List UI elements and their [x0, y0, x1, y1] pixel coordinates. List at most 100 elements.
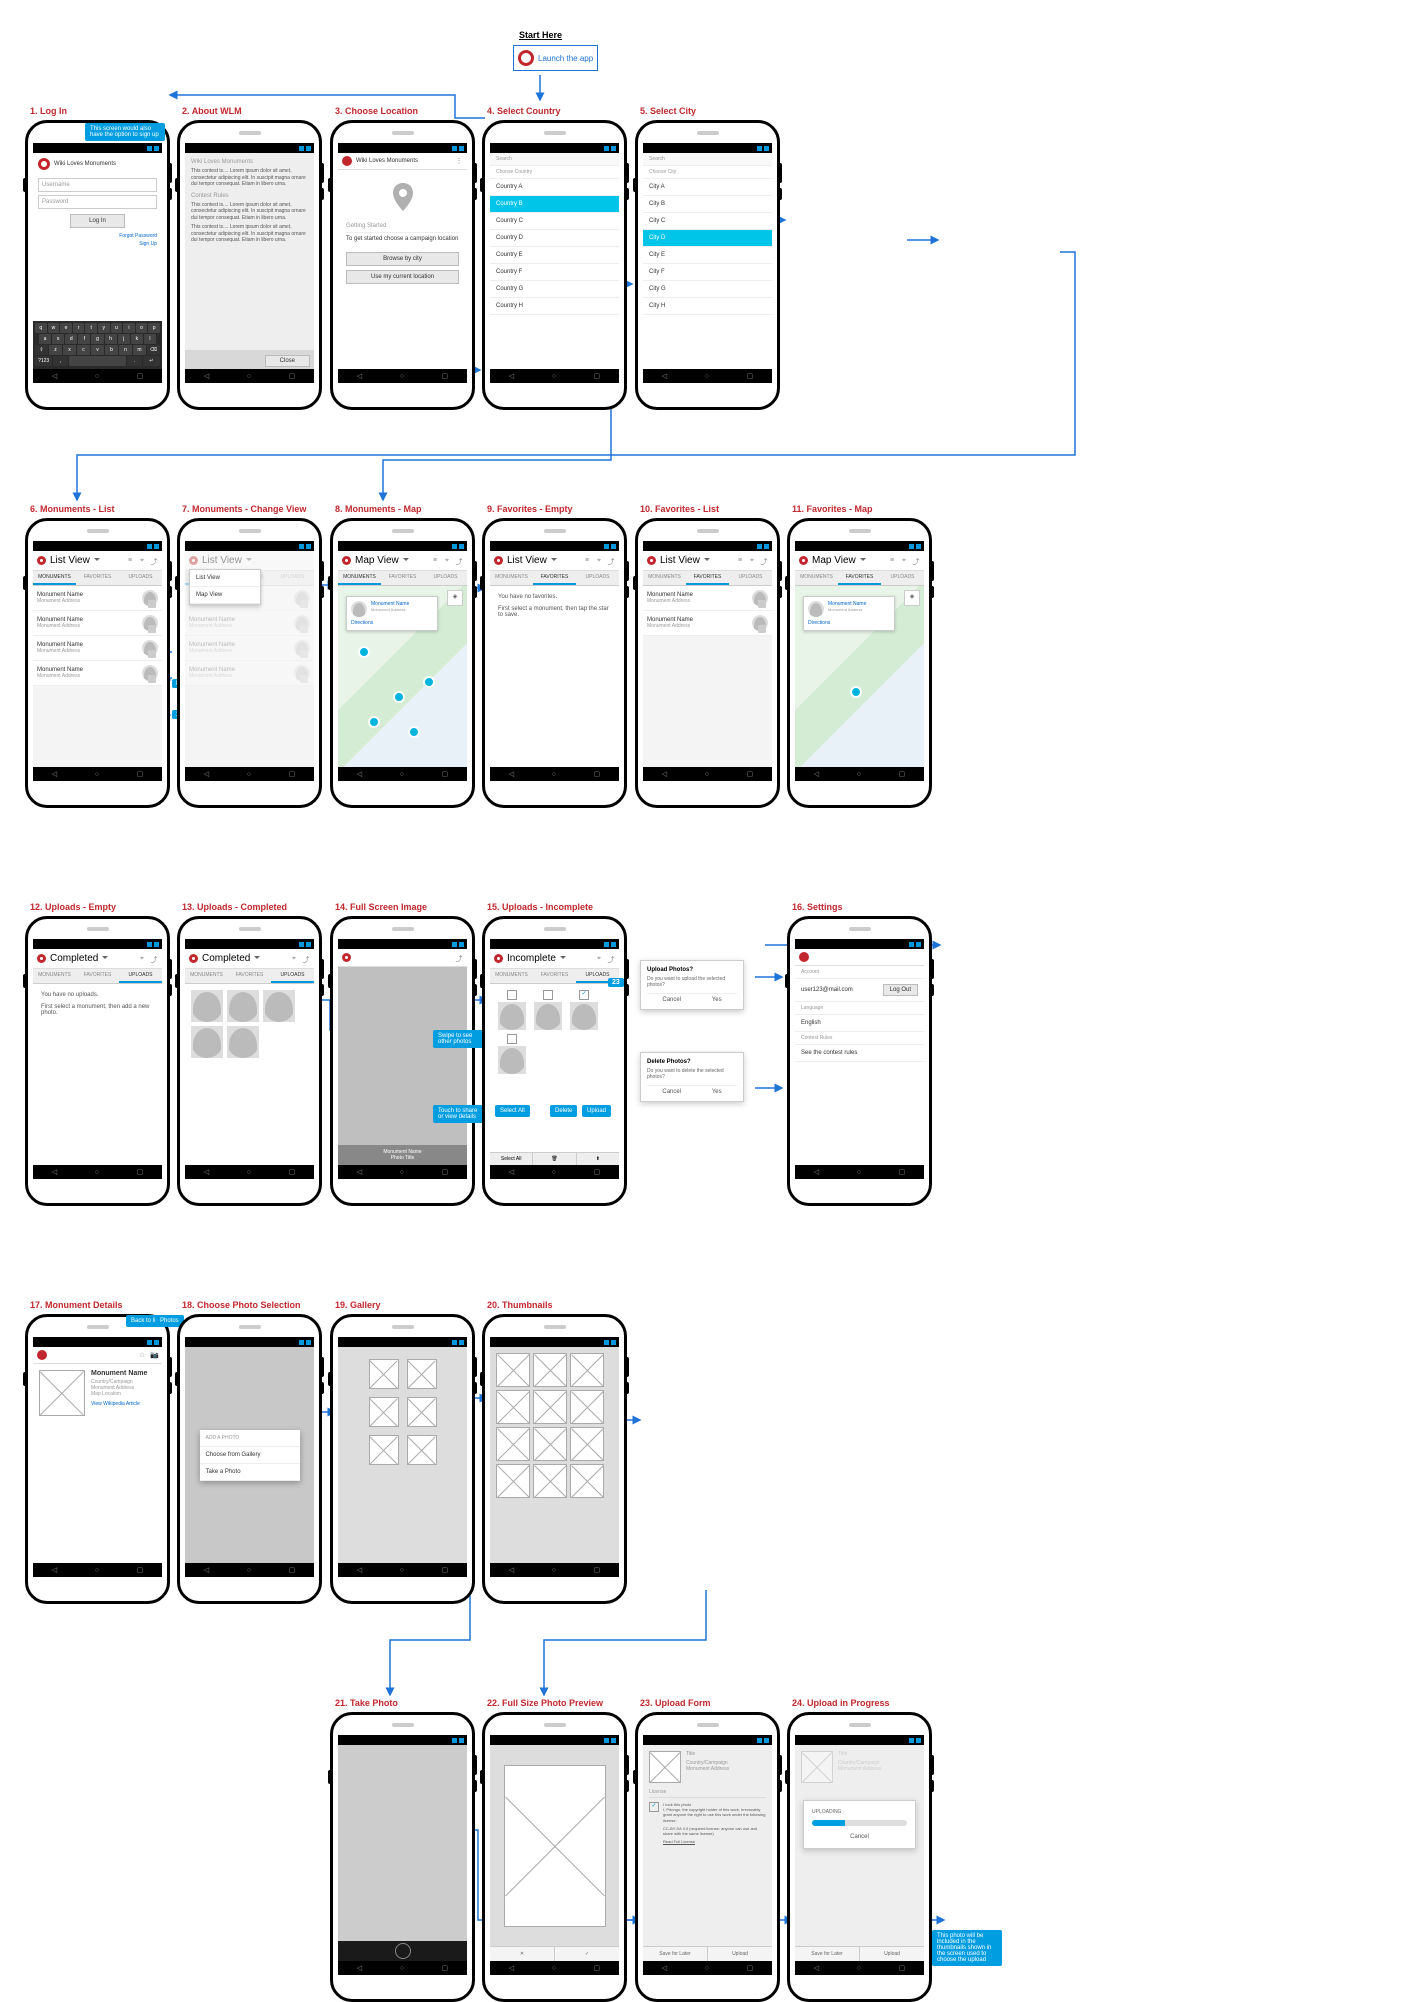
list-item[interactable]: City F [643, 264, 772, 281]
browse-city-button[interactable]: Browse by city [346, 252, 459, 266]
password-input[interactable]: Password [38, 195, 157, 209]
list-item[interactable]: Country F [490, 264, 619, 281]
nav-bar[interactable]: ◁○▢ [33, 369, 162, 383]
gallery-album[interactable] [407, 1359, 437, 1389]
thumbnail[interactable] [496, 1427, 530, 1461]
cancel-button[interactable]: Cancel [662, 997, 681, 1003]
thumbnail[interactable] [496, 1390, 530, 1424]
save-button[interactable]: Save for Later [643, 1946, 708, 1961]
list-item[interactable]: City H [643, 298, 772, 315]
list-item[interactable]: Country G [490, 281, 619, 298]
logout-button[interactable]: Log Out [883, 984, 918, 996]
list-item-selected[interactable]: City D [643, 230, 772, 247]
upload-thumb[interactable] [227, 1026, 259, 1058]
rules-row[interactable]: See the contest rules [795, 1045, 924, 1062]
username-input[interactable]: Username [38, 178, 157, 192]
cancel-button[interactable]: Cancel [662, 1089, 681, 1095]
wikipedia-link[interactable]: View Wikipedia Article [91, 1401, 156, 1407]
menu-item-map[interactable]: Map View [190, 587, 260, 604]
monument-row[interactable]: Monument NameMonument Address [643, 586, 772, 611]
thumbnail[interactable] [570, 1427, 604, 1461]
thumbnail[interactable] [533, 1353, 567, 1387]
map[interactable]: Monument NameMonument Address Directions… [338, 586, 467, 767]
upload-thumb[interactable] [227, 990, 259, 1022]
monument-row[interactable]: Monument NameMonument Address [643, 611, 772, 636]
login-button[interactable]: Log In [70, 214, 125, 228]
thumbnail[interactable] [533, 1427, 567, 1461]
gallery-album[interactable] [369, 1359, 399, 1389]
list-item[interactable]: Country A [490, 179, 619, 196]
share-icon[interactable]: ⤴ [455, 954, 463, 962]
search-input[interactable]: Search [643, 153, 772, 166]
thumbnail[interactable] [533, 1464, 567, 1498]
tabs[interactable]: MONUMENTSFAVORITESUPLOADS [33, 571, 162, 586]
signup-link[interactable]: Sign Up [139, 241, 157, 247]
upload-dialog[interactable]: Upload Photos?Do you want to upload the … [640, 960, 744, 1010]
gallery-album[interactable] [407, 1397, 437, 1427]
shutter-button[interactable] [395, 1943, 411, 1959]
menu-item-list[interactable]: List View [190, 570, 260, 587]
thumbnail[interactable] [533, 1390, 567, 1424]
select-all-button[interactable]: Select All [490, 1153, 532, 1165]
checkbox[interactable] [507, 990, 517, 1000]
cancel-button[interactable]: Cancel [812, 1834, 907, 1840]
checkbox[interactable] [507, 1034, 517, 1044]
list-item[interactable]: City A [643, 179, 772, 196]
upload-thumb[interactable] [191, 1026, 223, 1058]
location-icon[interactable]: ⌖ [138, 557, 146, 565]
camera-icon[interactable]: 📷 [150, 1351, 158, 1359]
yes-button[interactable]: Yes [712, 997, 722, 1003]
save-button[interactable]: Save for Later [795, 1946, 860, 1961]
list-item[interactable]: City G [643, 281, 772, 298]
search-input[interactable]: Search [490, 153, 619, 166]
star-icon[interactable]: ☆ [138, 1351, 146, 1359]
map-layers-icon[interactable]: ◈ [447, 590, 463, 606]
checkbox[interactable] [543, 990, 553, 1000]
license-checkbox[interactable]: ✓ [649, 1802, 659, 1812]
upload-button[interactable]: ⬆ [577, 1153, 619, 1165]
upload-button[interactable]: Upload [860, 1946, 924, 1961]
camera-option[interactable]: Take a Photo [200, 1464, 300, 1481]
full-image[interactable]: Monument Name Photo Title [338, 967, 467, 1165]
list-item[interactable]: City B [643, 196, 772, 213]
view-menu[interactable]: List View Map View [189, 569, 261, 605]
thumbnail[interactable] [496, 1464, 530, 1498]
upload-thumb[interactable] [263, 990, 295, 1022]
close-button[interactable]: Close [265, 355, 310, 367]
list-item[interactable]: City C [643, 213, 772, 230]
list-item-selected[interactable]: Country B [490, 196, 619, 213]
delete-dialog[interactable]: Delete Photos?Do you want to delete the … [640, 1052, 744, 1102]
list-item[interactable]: City E [643, 247, 772, 264]
monument-row[interactable]: Monument NameMonument Address [33, 586, 162, 611]
reject-button[interactable]: ✕ [490, 1946, 555, 1961]
monument-row[interactable]: Monument NameMonument Address [33, 636, 162, 661]
upload-thumb[interactable] [191, 990, 223, 1022]
accept-button[interactable]: ✓ [555, 1946, 619, 1961]
thumbnail[interactable] [570, 1353, 604, 1387]
list-item[interactable]: Country C [490, 213, 619, 230]
thumbnail[interactable] [570, 1390, 604, 1424]
yes-button[interactable]: Yes [712, 1089, 722, 1095]
gallery-album[interactable] [369, 1397, 399, 1427]
read-license-link[interactable]: Read Full License [663, 1839, 766, 1844]
thumbnail[interactable] [496, 1353, 530, 1387]
upload-button[interactable]: Upload [708, 1946, 772, 1961]
map-pin-icon[interactable] [358, 646, 370, 658]
list-item[interactable]: Country H [490, 298, 619, 315]
gallery-option[interactable]: Choose from Gallery [200, 1447, 300, 1464]
map-info-window[interactable]: Monument NameMonument Address Directions [346, 596, 438, 631]
monument-row[interactable]: Monument NameMonument Address [33, 661, 162, 686]
gallery-album[interactable] [369, 1435, 399, 1465]
delete-button[interactable]: 🗑 [533, 1153, 575, 1165]
language-row[interactable]: English [795, 1015, 924, 1032]
list-item[interactable]: Country E [490, 247, 619, 264]
view-dropdown[interactable]: List View≡⌖⤴ [33, 551, 162, 571]
list-icon[interactable]: ≡ [126, 557, 134, 565]
checkbox-checked[interactable]: ✓ [579, 990, 589, 1000]
gallery-album[interactable] [407, 1435, 437, 1465]
list-item[interactable]: Country D [490, 230, 619, 247]
directions-link[interactable]: Directions [351, 620, 433, 626]
current-location-button[interactable]: Use my current location [346, 270, 459, 284]
thumbnail[interactable] [570, 1464, 604, 1498]
forgot-password-link[interactable]: Forgot Password [119, 233, 157, 239]
